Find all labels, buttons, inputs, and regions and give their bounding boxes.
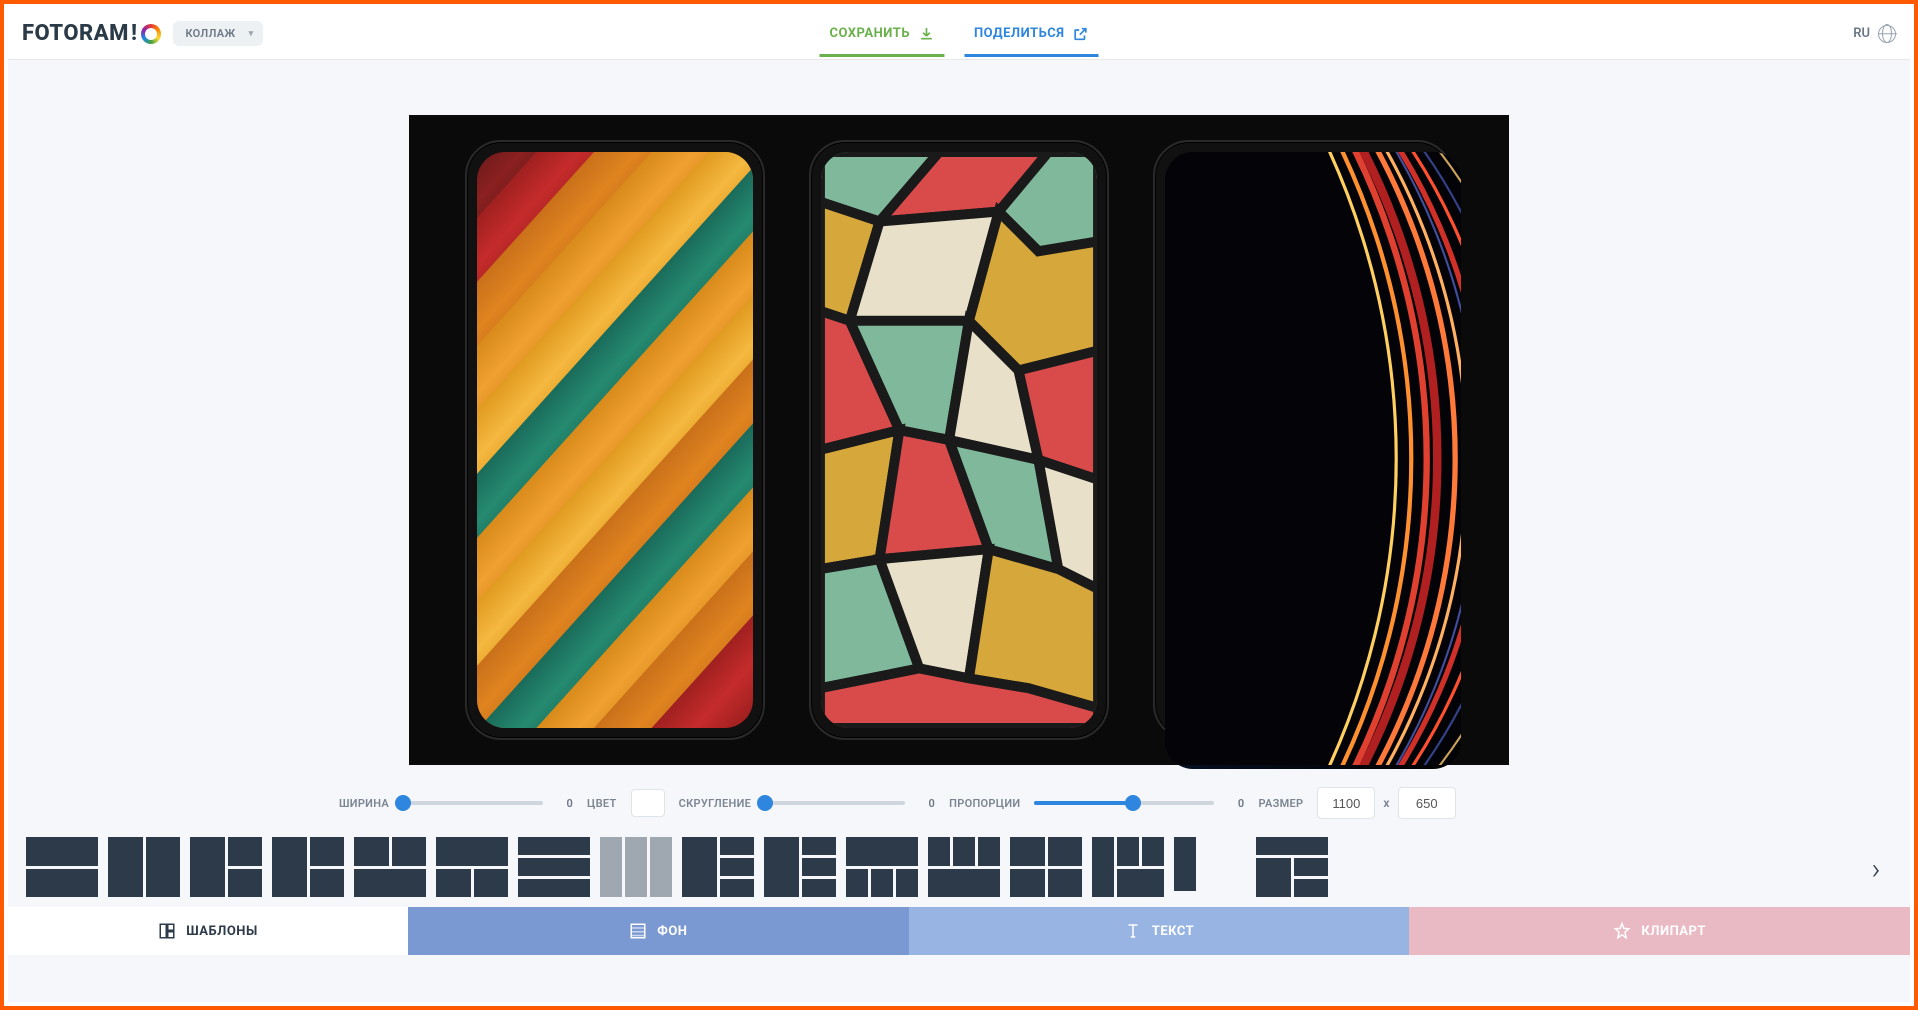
tab-templates-label: ШАБЛОНЫ [186,924,258,939]
template-item[interactable] [436,837,508,897]
template-item[interactable] [518,837,590,897]
template-item[interactable] [1256,837,1328,897]
template-item[interactable] [190,837,262,897]
save-label: СОХРАНИТЬ [829,26,910,41]
collage-slot-2[interactable] [809,140,1109,740]
text-icon [1124,922,1142,940]
tab-text-label: ТЕКСТ [1152,924,1194,939]
proportions-value: 0 [1228,797,1244,810]
download-icon [918,26,934,42]
color-picker[interactable] [631,789,665,817]
template-item-active[interactable] [600,837,672,897]
language-label: RU [1853,26,1870,41]
app-header: FOTORAM! КОЛЛАЖ СОХРАНИТЬ ПОДЕЛИТЬСЯ RU [8,8,1910,60]
size-label: РАЗМЕР [1258,797,1303,810]
logo-text: FOTORAM [22,21,129,46]
size-inputs: x [1317,787,1455,819]
rounding-value: 0 [919,797,935,810]
tab-background-label: ФОН [657,924,687,939]
collage-canvas[interactable] [409,115,1509,765]
collage-slot-1[interactable] [465,140,765,740]
share-icon [1073,26,1089,42]
header-actions: СОХРАНИТЬ ПОДЕЛИТЬСЯ [829,8,1088,59]
template-item[interactable] [26,837,98,897]
share-label: ПОДЕЛИТЬСЯ [974,26,1065,41]
tab-templates[interactable]: ШАБЛОНЫ [8,907,408,955]
share-button[interactable]: ПОДЕЛИТЬСЯ [974,11,1089,57]
template-item[interactable] [764,837,836,897]
collage-slot-3[interactable] [1153,140,1453,740]
rounding-slider[interactable] [765,801,905,805]
globe-icon [1878,25,1896,43]
template-item[interactable] [272,837,344,897]
template-item[interactable] [1010,837,1082,897]
logo-exclaim: ! [131,21,138,46]
tab-clipart[interactable]: КЛИПАРТ [1409,907,1910,955]
chevron-right-icon: › [1872,852,1881,887]
width-slider[interactable] [403,801,543,805]
slot-2-image [821,152,1097,728]
template-item[interactable] [354,837,426,897]
background-icon [629,922,647,940]
slot-3-image [1165,152,1461,769]
template-item[interactable] [682,837,754,897]
rounding-label: СКРУГЛЕНИЕ [679,797,752,810]
proportions-slider[interactable] [1034,801,1214,805]
template-strip-next[interactable]: › [1856,838,1896,900]
logo-ring-icon [141,24,161,44]
width-value: 0 [557,797,573,810]
mode-label: КОЛЛАЖ [185,27,235,40]
app-logo[interactable]: FOTORAM! [22,21,161,46]
canvas-width-input[interactable] [1317,787,1375,819]
tab-clipart-label: КЛИПАРТ [1641,924,1706,939]
tab-background[interactable]: ФОН [408,907,909,955]
width-label: ШИРИНА [339,797,389,810]
clipart-icon [1613,922,1631,940]
template-strip: › [8,831,1910,907]
workspace: ШИРИНА 0 ЦВЕТ СКРУГЛЕНИЕ 0 ПРОПОРЦИИ 0 Р… [8,60,1910,1002]
size-separator: x [1383,796,1389,810]
template-item[interactable] [928,837,1000,897]
mode-dropdown[interactable]: КОЛЛАЖ [173,21,263,46]
slot-1-image [477,152,753,728]
save-button[interactable]: СОХРАНИТЬ [829,11,934,57]
template-item[interactable] [846,837,918,897]
template-item[interactable] [1174,837,1246,897]
templates-icon [158,922,176,940]
color-label: ЦВЕТ [587,797,617,810]
template-item[interactable] [1092,837,1164,897]
controls-row: ШИРИНА 0 ЦВЕТ СКРУГЛЕНИЕ 0 ПРОПОРЦИИ 0 Р… [339,765,1579,831]
language-selector[interactable]: RU [1853,25,1896,43]
template-item[interactable] [108,837,180,897]
bottom-tabs: ШАБЛОНЫ ФОН ТЕКСТ КЛИПАРТ [8,907,1910,955]
proportions-label: ПРОПОРЦИИ [949,797,1020,810]
tab-text[interactable]: ТЕКСТ [909,907,1410,955]
canvas-height-input[interactable] [1398,787,1456,819]
